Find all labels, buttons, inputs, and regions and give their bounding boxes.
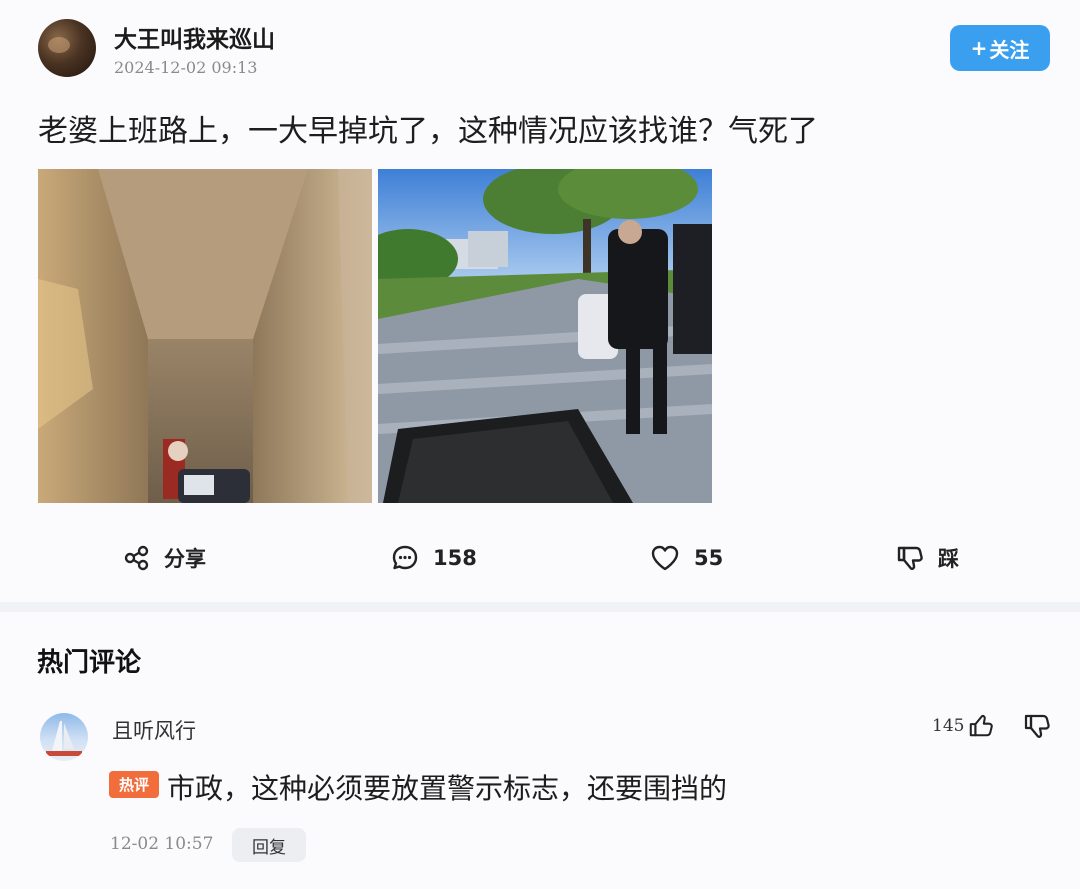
comment-timestamp: 12-02 10:57: [110, 834, 214, 854]
share-label: 分享: [164, 547, 206, 571]
thumbs-down-icon: [1024, 714, 1050, 738]
commenter-name[interactable]: 且听风行: [112, 715, 196, 745]
comment-button[interactable]: 158: [391, 540, 477, 576]
comment-like-button[interactable]: 145: [932, 712, 994, 740]
street-photo: [378, 169, 712, 503]
like-button[interactable]: 55: [650, 540, 723, 576]
post-image-street[interactable]: [378, 169, 712, 503]
pit-photo: [38, 169, 372, 503]
like-count: 55: [694, 546, 724, 570]
plus-icon: +: [970, 36, 988, 60]
post-timestamp: 2024-12-02 09:13: [114, 58, 258, 77]
thumbs-up-icon: [970, 714, 994, 737]
comment-like-count: 145: [932, 716, 965, 736]
reply-button[interactable]: 回复: [232, 828, 306, 862]
section-title: 热门评论: [37, 648, 142, 678]
follow-label: 关注: [989, 37, 1030, 62]
heart-icon: [651, 545, 679, 571]
post-text: 老婆上班路上，一大早掉坑了，这种情况应该找谁？气死了: [38, 114, 818, 149]
follow-button[interactable]: + 关注: [950, 25, 1050, 71]
commenter-avatar[interactable]: [40, 713, 88, 761]
comment-text: 市政，这种必须要放置警示标志，还要围挡的: [167, 772, 728, 805]
share-icon: [124, 545, 149, 571]
comment-icon: [392, 545, 418, 570]
comment-count: 158: [433, 546, 477, 570]
dislike-button[interactable]: 踩: [896, 540, 959, 576]
user-avatar[interactable]: [38, 19, 96, 77]
comment-dislike-button[interactable]: [1023, 712, 1051, 740]
dislike-label: 踩: [938, 547, 959, 571]
post-card: 大王叫我来巡山 2024-12-02 09:13 + 关注 老婆上班路上，一大早…: [0, 0, 1080, 602]
thumbs-down-icon: [897, 546, 923, 571]
hot-comment-badge: 热评: [109, 771, 159, 798]
sail-avatar-icon: [46, 721, 82, 756]
share-button[interactable]: 分享: [124, 540, 206, 576]
username[interactable]: 大王叫我来巡山: [114, 20, 275, 54]
comments-section: 热门评论 且听风行 145 热评 市政，这种必须要放置警示标志，还要围挡的 12…: [0, 612, 1080, 889]
post-image-pit[interactable]: [38, 169, 372, 503]
